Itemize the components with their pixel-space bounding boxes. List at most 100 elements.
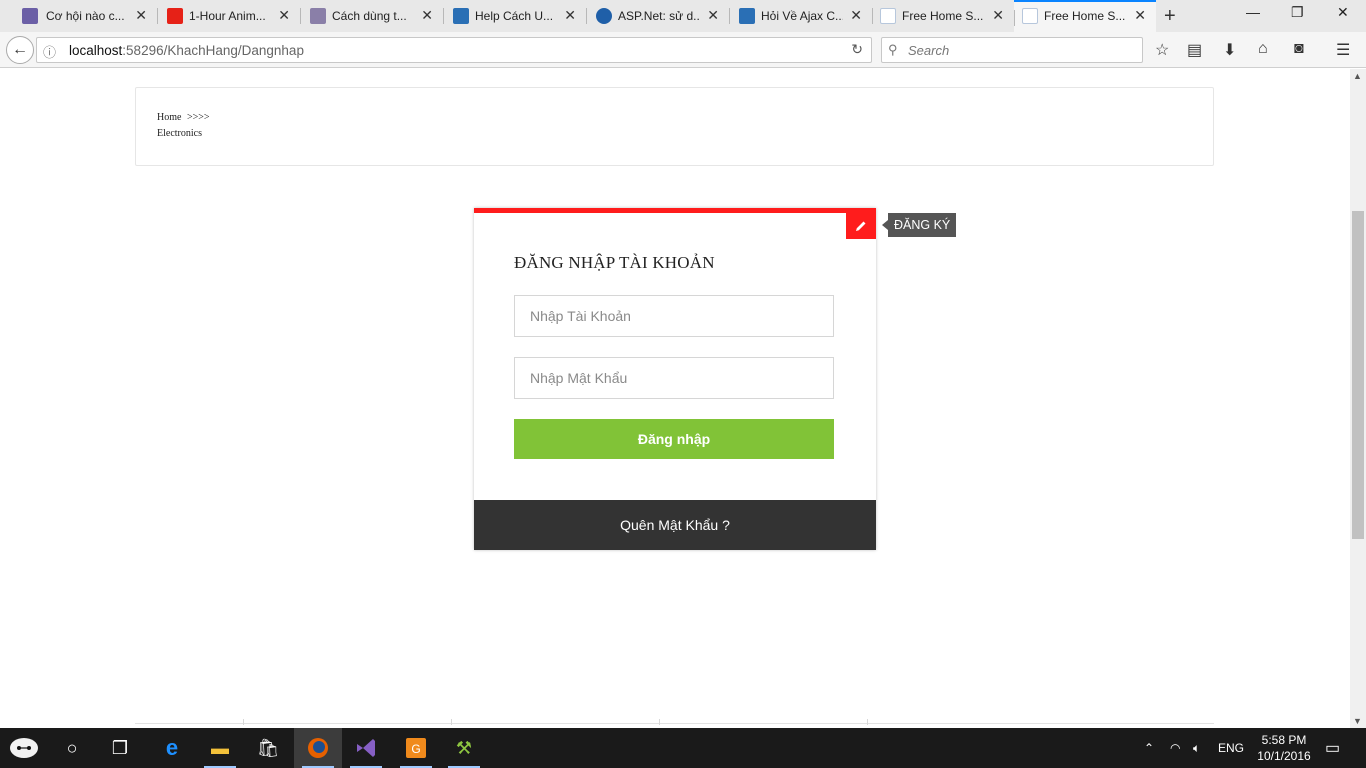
close-tab-icon[interactable]: ✕	[707, 7, 719, 24]
close-tab-icon[interactable]: ✕	[850, 7, 862, 24]
task-view-icon: ❐	[111, 737, 129, 758]
search-bar[interactable]: ⚲ Search	[881, 37, 1143, 63]
login-title: ĐĂNG NHẬP TÀI KHOẢN	[514, 253, 715, 272]
password-input[interactable]	[514, 357, 834, 399]
page-favicon-icon	[880, 8, 896, 24]
pdf-app-taskbar-button[interactable]: G	[392, 728, 440, 768]
home-icon[interactable]: ⌂	[1258, 40, 1268, 58]
back-button[interactable]: ←	[6, 36, 34, 64]
close-tab-icon[interactable]: ✕	[1134, 7, 1146, 24]
url-bar[interactable]: ⓘ localhost:58296/KhachHang/Dangnhap ↻	[36, 37, 872, 63]
breadcrumb-home-link[interactable]: Home	[157, 112, 181, 123]
page-content: Home >>>> Electronics ĐĂNG NHẬP TÀI KHOẢ…	[0, 69, 1350, 728]
edge-icon: e	[165, 735, 179, 760]
tab-title: ASP.Net: sử d...	[618, 9, 700, 23]
browser-tab[interactable]: 1-Hour Anim... ✕	[157, 0, 300, 32]
scroll-up-icon[interactable]: ▲	[1353, 71, 1362, 81]
browser-tab[interactable]: Cơ hội nào c... ✕	[0, 0, 157, 32]
menu-icon[interactable]: ☰	[1336, 40, 1350, 60]
start-button[interactable]	[0, 728, 48, 768]
browser-tab[interactable]: Hỏi Về Ajax C... ✕	[729, 0, 872, 32]
wrench-icon: ⚒	[455, 737, 473, 758]
browser-tab[interactable]: Help Cách U... ✕	[443, 0, 586, 32]
register-tooltip[interactable]: ĐĂNG KÝ	[881, 213, 957, 237]
visual-studio-taskbar-button[interactable]	[342, 728, 390, 768]
url-text[interactable]: localhost:58296/KhachHang/Dangnhap	[69, 43, 304, 58]
tools-taskbar-button[interactable]: ⚒	[440, 728, 488, 768]
download-icon[interactable]: ⬇	[1223, 40, 1236, 60]
info-icon[interactable]: ⓘ	[43, 42, 56, 61]
browser-tab[interactable]: Cách dùng t... ✕	[300, 0, 443, 32]
cortana-search-button[interactable]: ○	[48, 728, 96, 768]
close-tab-icon[interactable]: ✕	[278, 7, 290, 24]
pdf-icon: G	[406, 738, 426, 758]
footer-divider-tick	[451, 719, 452, 725]
tab-favicon-icon	[453, 8, 469, 24]
tab-title: Free Home S...	[902, 9, 984, 23]
store-taskbar-button[interactable]: 🛍︎	[244, 728, 292, 768]
clock-time: 5:58 PM	[1261, 733, 1307, 747]
login-card: ĐĂNG NHẬP TÀI KHOẢN Đăng nhập Quên Mật K…	[474, 208, 876, 550]
navigation-bar: ← ⓘ localhost:58296/KhachHang/Dangnhap ↻…	[0, 32, 1366, 68]
tab-favicon-icon	[596, 8, 612, 24]
page-favicon-icon	[1022, 8, 1038, 24]
browser-tab[interactable]: Free Home S... ✕	[872, 0, 1014, 32]
reload-icon[interactable]: ↻	[851, 41, 863, 58]
system-clock[interactable]: 5:58 PM 10/1/2016	[1248, 732, 1320, 764]
pocket-icon[interactable]: ◙	[1294, 40, 1304, 58]
scrollbar-thumb[interactable]	[1352, 211, 1364, 539]
tab-title: Free Home S...	[1044, 9, 1126, 23]
browser-tab-active[interactable]: Free Home S... ✕	[1014, 0, 1156, 32]
new-tab-button[interactable]: +	[1164, 5, 1176, 28]
footer-divider-tick	[659, 719, 660, 725]
footer-divider-tick	[867, 719, 868, 725]
volume-icon[interactable]: 🔈︎	[1193, 728, 1200, 768]
username-input[interactable]	[514, 295, 834, 337]
minimize-button[interactable]: —	[1246, 4, 1260, 20]
tab-title: Help Cách U...	[475, 9, 554, 23]
close-tab-icon[interactable]: ✕	[992, 7, 1004, 24]
breadcrumb-current[interactable]: Electronics	[157, 128, 202, 139]
tab-title: Cách dùng t...	[332, 9, 407, 23]
firefox-icon	[308, 738, 328, 758]
firefox-taskbar-button[interactable]	[294, 728, 342, 768]
vertical-scrollbar[interactable]: ▲ ▼	[1350, 69, 1366, 728]
language-indicator[interactable]: ENG	[1218, 728, 1244, 768]
svg-text:G: G	[411, 742, 420, 756]
youtube-icon	[167, 8, 183, 24]
close-window-button[interactable]: ✕	[1337, 4, 1349, 21]
tray-chevron-icon[interactable]: ⌃	[1144, 728, 1154, 768]
close-tab-icon[interactable]: ✕	[421, 7, 433, 24]
footer-divider-tick	[243, 719, 244, 725]
bookmark-star-icon[interactable]: ☆	[1155, 40, 1169, 60]
task-view-button[interactable]: ❐	[96, 728, 144, 768]
breadcrumb-separator: >>>>	[187, 112, 210, 123]
close-tab-icon[interactable]: ✕	[135, 7, 147, 24]
clock-date: 10/1/2016	[1257, 749, 1311, 763]
search-placeholder: Search	[908, 43, 950, 58]
close-tab-icon[interactable]: ✕	[564, 7, 576, 24]
browser-tab[interactable]: ASP.Net: sử d... ✕	[586, 0, 729, 32]
edge-taskbar-button[interactable]: e	[148, 728, 196, 768]
login-button[interactable]: Đăng nhập	[514, 419, 834, 459]
footer-divider	[135, 723, 1214, 724]
scroll-down-icon[interactable]: ▼	[1353, 716, 1362, 726]
search-icon: ⚲	[888, 42, 898, 57]
circle-icon: ○	[66, 737, 78, 758]
tab-strip: Cơ hội nào c... ✕ 1-Hour Anim... ✕ Cách …	[0, 0, 1366, 32]
action-center-icon[interactable]: ▭	[1325, 728, 1340, 768]
wifi-icon[interactable]: ◠	[1170, 728, 1180, 768]
windows-taskbar: ○ ❐ e ▬ 🛍︎ G ⚒ ⌃ ◠ 🔈︎ ENG 5:58 PM 10/1/2…	[0, 728, 1366, 768]
file-explorer-taskbar-button[interactable]: ▬	[196, 728, 244, 768]
reading-list-icon[interactable]: ▤	[1187, 40, 1202, 60]
tab-title: 1-Hour Anim...	[189, 9, 266, 23]
folder-icon: ▬	[211, 737, 229, 758]
forgot-password-link[interactable]: Quên Mật Khẩu ?	[474, 500, 876, 550]
restore-button[interactable]: ❐	[1291, 4, 1304, 21]
pencil-icon	[856, 221, 866, 231]
tab-favicon-icon	[22, 8, 38, 24]
arrow-left-icon: ←	[12, 41, 28, 58]
register-toggle-button[interactable]	[846, 213, 876, 239]
start-avatar-icon	[10, 738, 38, 758]
tab-favicon-icon	[739, 8, 755, 24]
